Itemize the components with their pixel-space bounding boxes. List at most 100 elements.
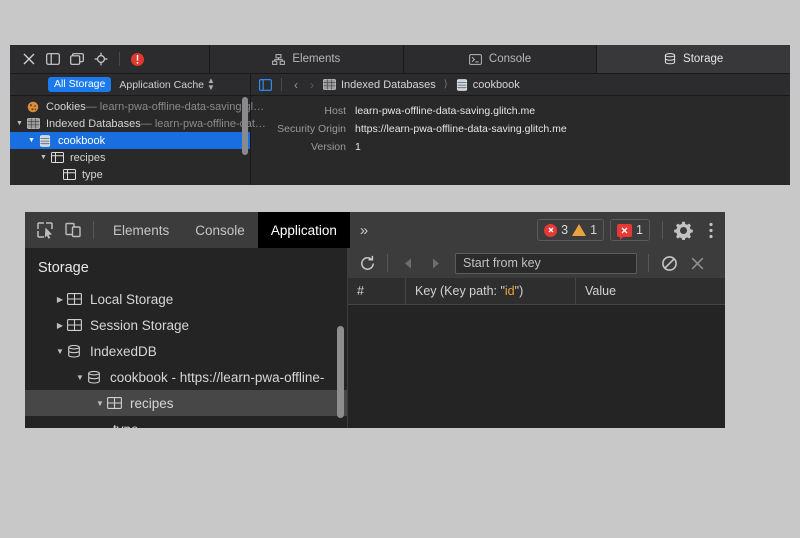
safari-sidebar-scrollbar[interactable] xyxy=(242,97,248,155)
sidebar-toggle-icon[interactable] xyxy=(259,79,272,91)
previous-page-icon[interactable] xyxy=(395,251,421,275)
object-store-table-header: # Key (Key path: "id") Value xyxy=(348,278,725,305)
segment-application-cache[interactable]: Application Cache ▲▼ xyxy=(119,78,215,92)
breadcrumb-chevron-icon: ⟩ xyxy=(442,79,450,90)
safari-tree-item-cookbook[interactable]: ▼ cookbook xyxy=(10,132,250,149)
dock-bottom-icon[interactable] xyxy=(69,52,84,67)
device-toolbar-icon[interactable] xyxy=(59,216,87,244)
table-icon xyxy=(107,396,123,410)
sidebar-item-local-storage[interactable]: ▶ Local Storage xyxy=(25,286,347,312)
stepper-icon[interactable]: ▲▼ xyxy=(207,78,215,92)
violation-counter[interactable]: 1 xyxy=(610,219,650,241)
kebab-menu-icon[interactable] xyxy=(697,216,725,244)
property-value-security-origin: https://learn-pwa-offline-data-saving.gl… xyxy=(355,123,567,136)
error-icon xyxy=(544,224,557,237)
inspect-cursor-icon[interactable] xyxy=(31,216,59,244)
chevron-right-icon[interactable]: ▶ xyxy=(53,295,67,304)
chevron-down-icon[interactable]: ▼ xyxy=(53,347,67,356)
breadcrumb-divider xyxy=(281,78,282,91)
toolbar-divider xyxy=(93,221,94,239)
console-counters[interactable]: 3 1 xyxy=(537,219,604,241)
console-icon xyxy=(469,54,482,65)
safari-tree-item-cookies-label: Cookies xyxy=(46,101,86,113)
column-header-value[interactable]: Value xyxy=(576,278,725,304)
safari-tree-item-type-label: type xyxy=(82,169,103,181)
chevron-down-icon[interactable]: ▼ xyxy=(16,120,27,127)
devtools-body: Storage ▶ Local Storage ▶ Session Storag… xyxy=(25,248,725,428)
safari-body: All Storage Application Cache ▲▼ Cookies… xyxy=(10,74,790,185)
db-stack-icon xyxy=(87,370,103,384)
safari-error-badge[interactable] xyxy=(131,53,144,66)
chevron-down-icon[interactable]: ▼ xyxy=(40,154,51,161)
sidebar-item-cookbook-database-label: cookbook - https://learn-pwa-offline- xyxy=(110,370,324,385)
safari-sidebar: All Storage Application Cache ▲▼ Cookies… xyxy=(10,74,251,185)
close-icon[interactable] xyxy=(21,52,36,67)
breadcrumb-item-indexed-databases[interactable]: Indexed Databases xyxy=(323,79,436,91)
forward-arrow-icon[interactable]: › xyxy=(307,78,317,92)
devtools-toolbar: Elements Console Application » 3 1 xyxy=(25,212,725,248)
tab-elements[interactable]: Elements xyxy=(100,212,182,248)
column-header-key[interactable]: Key (Key path: "id") xyxy=(406,278,576,304)
breadcrumb-item-indexed-databases-label: Indexed Databases xyxy=(341,79,436,91)
object-store-toolbar: Start from key xyxy=(348,248,725,278)
safari-segment-bar: All Storage Application Cache ▲▼ xyxy=(10,74,250,96)
gear-icon[interactable] xyxy=(669,216,697,244)
start-from-key-input[interactable]: Start from key xyxy=(455,253,637,274)
property-label-version: Version xyxy=(251,141,355,154)
sidebar-item-recipes-store[interactable]: ▼ recipes xyxy=(25,390,347,416)
cookie-icon xyxy=(27,100,41,113)
toolbar-divider xyxy=(648,254,649,272)
safari-tree-item-recipes-label: recipes xyxy=(70,152,105,164)
safari-tab-elements[interactable]: Elements xyxy=(210,45,404,73)
safari-tree-item-recipes[interactable]: ▼ recipes xyxy=(10,149,250,166)
property-value-version: 1 xyxy=(355,141,361,154)
next-page-icon[interactable] xyxy=(423,251,449,275)
segment-all-storage[interactable]: All Storage xyxy=(48,77,111,93)
clear-objects-icon[interactable] xyxy=(656,251,682,275)
inspect-element-icon[interactable] xyxy=(93,52,108,67)
chrome-devtools-panel: Elements Console Application » 3 1 xyxy=(25,212,725,428)
property-value-host: learn-pwa-offline-data-saving.glitch.me xyxy=(355,105,535,118)
table-icon xyxy=(67,318,83,332)
toolbar-divider xyxy=(387,254,388,272)
screenshot-stage: Elements Console Storage All Storage App… xyxy=(0,0,800,538)
refresh-icon[interactable] xyxy=(354,251,380,275)
tab-console-label: Console xyxy=(195,223,245,238)
dock-side-icon[interactable] xyxy=(45,52,60,67)
back-arrow-icon[interactable]: ‹ xyxy=(291,78,301,92)
column-header-index[interactable]: # xyxy=(348,278,406,304)
elements-icon xyxy=(272,54,285,65)
sidebar-item-indexeddb[interactable]: ▼ IndexedDB xyxy=(25,338,347,364)
sidebar-item-type-index[interactable]: type xyxy=(25,416,347,428)
sidebar-scrollbar[interactable] xyxy=(337,326,344,418)
violation-count: 1 xyxy=(636,223,643,237)
db-stack-icon xyxy=(456,79,468,91)
application-sidebar: Storage ▶ Local Storage ▶ Session Storag… xyxy=(25,248,348,428)
warning-count: 1 xyxy=(590,223,597,237)
tab-console[interactable]: Console xyxy=(182,212,258,248)
safari-tree-item-indexed-databases-label: Indexed Databases xyxy=(46,118,141,130)
tab-elements-label: Elements xyxy=(113,223,169,238)
chevron-down-icon[interactable]: ▼ xyxy=(28,137,39,144)
tab-application[interactable]: Application xyxy=(258,212,350,248)
safari-content-pane: ‹ › Indexed Databases ⟩ cookbook Host xyxy=(251,74,790,185)
breadcrumb-item-cookbook[interactable]: cookbook xyxy=(456,79,520,91)
safari-tab-storage-label: Storage xyxy=(683,53,723,65)
chevron-right-icon[interactable]: ▶ xyxy=(53,321,67,330)
safari-tab-console[interactable]: Console xyxy=(404,45,598,73)
sidebar-item-cookbook-database[interactable]: ▼ cookbook - https://learn-pwa-offline- xyxy=(25,364,347,390)
safari-tab-storage[interactable]: Storage xyxy=(597,45,790,73)
chevron-down-icon[interactable]: ▼ xyxy=(93,399,107,408)
safari-tree-item-cookies[interactable]: Cookies — learn-pwa-offline-data-saving.… xyxy=(10,98,250,115)
safari-tree-item-type[interactable]: type xyxy=(10,166,250,183)
property-row-security-origin: Security Origin https://learn-pwa-offlin… xyxy=(251,123,790,136)
delete-selected-icon[interactable] xyxy=(684,251,710,275)
more-tabs-button[interactable]: » xyxy=(350,222,377,239)
sidebar-section-title-storage: Storage xyxy=(25,248,347,286)
chevron-down-icon[interactable]: ▼ xyxy=(73,373,87,382)
safari-tree-item-indexed-databases[interactable]: ▼ Indexed Databases — learn-pwa-offline-… xyxy=(10,115,250,132)
sidebar-item-session-storage[interactable]: ▶ Session Storage xyxy=(25,312,347,338)
breadcrumb: ‹ › Indexed Databases ⟩ cookbook xyxy=(251,74,790,96)
db-stack-icon xyxy=(39,134,53,147)
safari-toolbar-icons xyxy=(10,45,210,73)
